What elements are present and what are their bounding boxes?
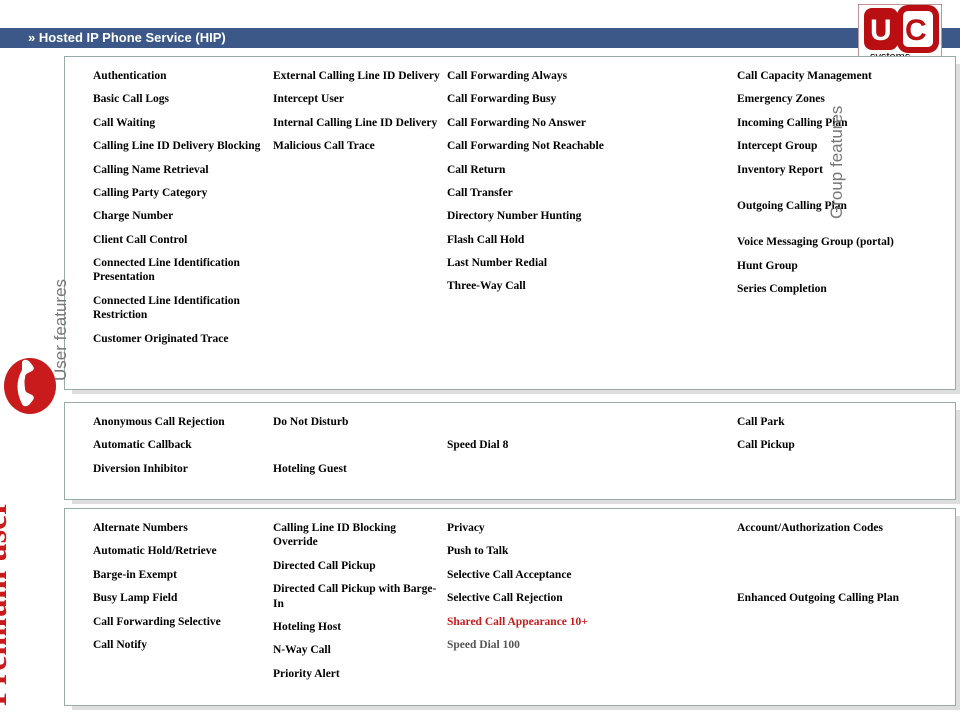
feature: Client Call Control — [93, 233, 267, 247]
uc-systems-logo: U C systems — [858, 4, 942, 64]
feature: Speed Dial 8 — [447, 438, 615, 452]
feature: Inventory Report — [737, 163, 905, 177]
feature: Internal Calling Line ID Delivery — [273, 116, 441, 130]
feature: Barge-in Exempt — [93, 568, 267, 582]
feature: Call Forwarding Always — [447, 69, 615, 83]
user-features-label: User features — [51, 279, 71, 381]
svg-text:C: C — [905, 14, 927, 47]
feature: Calling Line ID Blocking Override — [273, 521, 441, 550]
feature: Connected Line Identification Restrictio… — [93, 294, 267, 323]
feature-box-1: User features Group features Authenticat… — [64, 56, 956, 390]
feature — [273, 438, 441, 452]
feature: Charge Number — [93, 209, 267, 223]
feature: Incoming Calling Plan — [737, 116, 905, 130]
feature: Call Forwarding Busy — [447, 92, 615, 106]
feature: Account/Authorization Codes — [737, 521, 905, 535]
feature: Directed Call Pickup with Barge-In — [273, 582, 441, 611]
feature: Do Not Disturb — [273, 415, 441, 429]
feature: Alternate Numbers — [93, 521, 267, 535]
feature: Connected Line Identification Presentati… — [93, 256, 267, 285]
feature-speed-dial-100: Speed Dial 100 — [447, 638, 615, 652]
feature: Calling Name Retrieval — [93, 163, 267, 177]
feature: Hoteling Host — [273, 620, 441, 634]
feature: Series Completion — [737, 282, 905, 296]
feature: Hoteling Guest — [273, 462, 441, 476]
feature: Flash Call Hold — [447, 233, 615, 247]
feature: Directory Number Hunting — [447, 209, 615, 223]
feature: Calling Line ID Delivery Blocking — [93, 139, 267, 153]
feature: Hunt Group — [737, 259, 905, 273]
feature: Call Waiting — [93, 116, 267, 130]
feature: Call Notify — [93, 638, 267, 652]
feature: Calling Party Category — [93, 186, 267, 200]
feature: Diversion Inhibitor — [93, 462, 267, 476]
feature: Outgoing Calling Plan — [737, 199, 905, 213]
feature: Automatic Callback — [93, 438, 267, 452]
page-title: » Hosted IP Phone Service (HIP) — [28, 30, 226, 45]
feature: Call Return — [447, 163, 615, 177]
feature: Selective Call Rejection — [447, 591, 615, 605]
group-features-label: Group features — [827, 106, 847, 219]
feature: Enhanced Outgoing Calling Plan — [737, 591, 905, 605]
feature: Basic Call Logs — [93, 92, 267, 106]
feature-box-3: Alternate Numbers Automatic Hold/Retriev… — [64, 508, 956, 706]
feature: Voice Messaging Group (portal) — [737, 235, 905, 249]
feature: Selective Call Acceptance — [447, 568, 615, 582]
feature — [447, 415, 615, 429]
feature: Call Forwarding No Answer — [447, 116, 615, 130]
feature: Authentication — [93, 69, 267, 83]
feature: Call Park — [737, 415, 905, 429]
feature: N-Way Call — [273, 643, 441, 657]
feature: Push to Talk — [447, 544, 615, 558]
feature-box-2: Anonymous Call Rejection Automatic Callb… — [64, 402, 956, 500]
phone-icon — [2, 356, 58, 418]
feature: Automatic Hold/Retrieve — [93, 544, 267, 558]
feature: Malicious Call Trace — [273, 139, 441, 153]
feature: Intercept User — [273, 92, 441, 106]
feature: External Calling Line ID Delivery — [273, 69, 441, 83]
feature-shared-appearance: Shared Call Appearance 10+ — [447, 615, 615, 629]
feature: Priority Alert — [273, 667, 441, 681]
feature: Privacy — [447, 521, 615, 535]
feature: Call Pickup — [737, 438, 905, 452]
feature: Customer Originated Trace — [93, 332, 267, 346]
feature: Call Forwarding Not Reachable — [447, 139, 615, 153]
feature: Three-Way Call — [447, 279, 615, 293]
feature: Busy Lamp Field — [93, 591, 267, 605]
feature: Emergency Zones — [737, 92, 905, 106]
feature: Call Forwarding Selective — [93, 615, 267, 629]
feature: Last Number Redial — [447, 256, 615, 270]
svg-text:U: U — [870, 14, 892, 47]
feature: Anonymous Call Rejection — [93, 415, 267, 429]
feature: Call Transfer — [447, 186, 615, 200]
feature: Intercept Group — [737, 139, 905, 153]
premium-user-label: Premium user — [0, 500, 15, 706]
feature: Directed Call Pickup — [273, 559, 441, 573]
feature: Call Capacity Management — [737, 69, 905, 83]
